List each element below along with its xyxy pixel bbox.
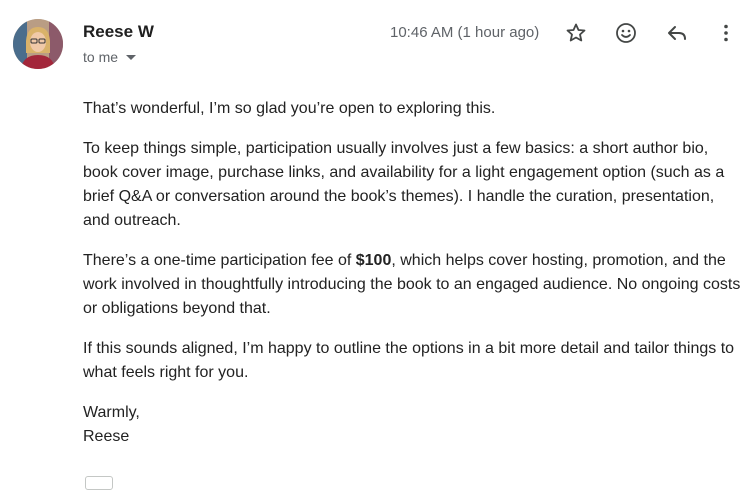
email-body: That’s wonderful, I’m so glad you’re ope… — [83, 97, 743, 465]
recipient-label: to me — [83, 49, 119, 65]
signature: Reese — [83, 428, 130, 445]
star-button[interactable] — [563, 20, 589, 46]
body-paragraph: If this sounds aligned, I’m happy to out… — [83, 340, 735, 381]
emoji-icon — [616, 23, 636, 43]
add-reaction-button[interactable] — [613, 20, 639, 46]
fee-paragraph: There’s a one-time participation fee of … — [83, 249, 743, 321]
reply-icon — [668, 26, 686, 40]
reply-button[interactable] — [664, 20, 690, 46]
signoff: Warmly, — [83, 404, 140, 421]
star-icon — [566, 23, 586, 42]
fee-text-before: There’s a one-time participation fee of — [83, 252, 356, 269]
email-timestamp: 10:46 AM (1 hour ago) — [390, 24, 540, 41]
signature-block: Warmly, Reese — [83, 401, 743, 449]
sender-avatar[interactable] — [13, 19, 63, 69]
chevron-down-icon — [126, 54, 137, 60]
quoted-text-toggle[interactable] — [85, 476, 113, 490]
sender-name[interactable]: Reese W — [83, 22, 154, 42]
more-options-button[interactable] — [713, 20, 739, 46]
recipient-dropdown[interactable]: to me — [83, 49, 137, 65]
body-paragraph: To keep things simple, participation usu… — [83, 140, 725, 229]
more-vert-icon — [724, 24, 728, 42]
body-paragraph: That’s wonderful, I’m so glad you’re ope… — [83, 100, 496, 117]
fee-amount: $100 — [355, 252, 392, 269]
